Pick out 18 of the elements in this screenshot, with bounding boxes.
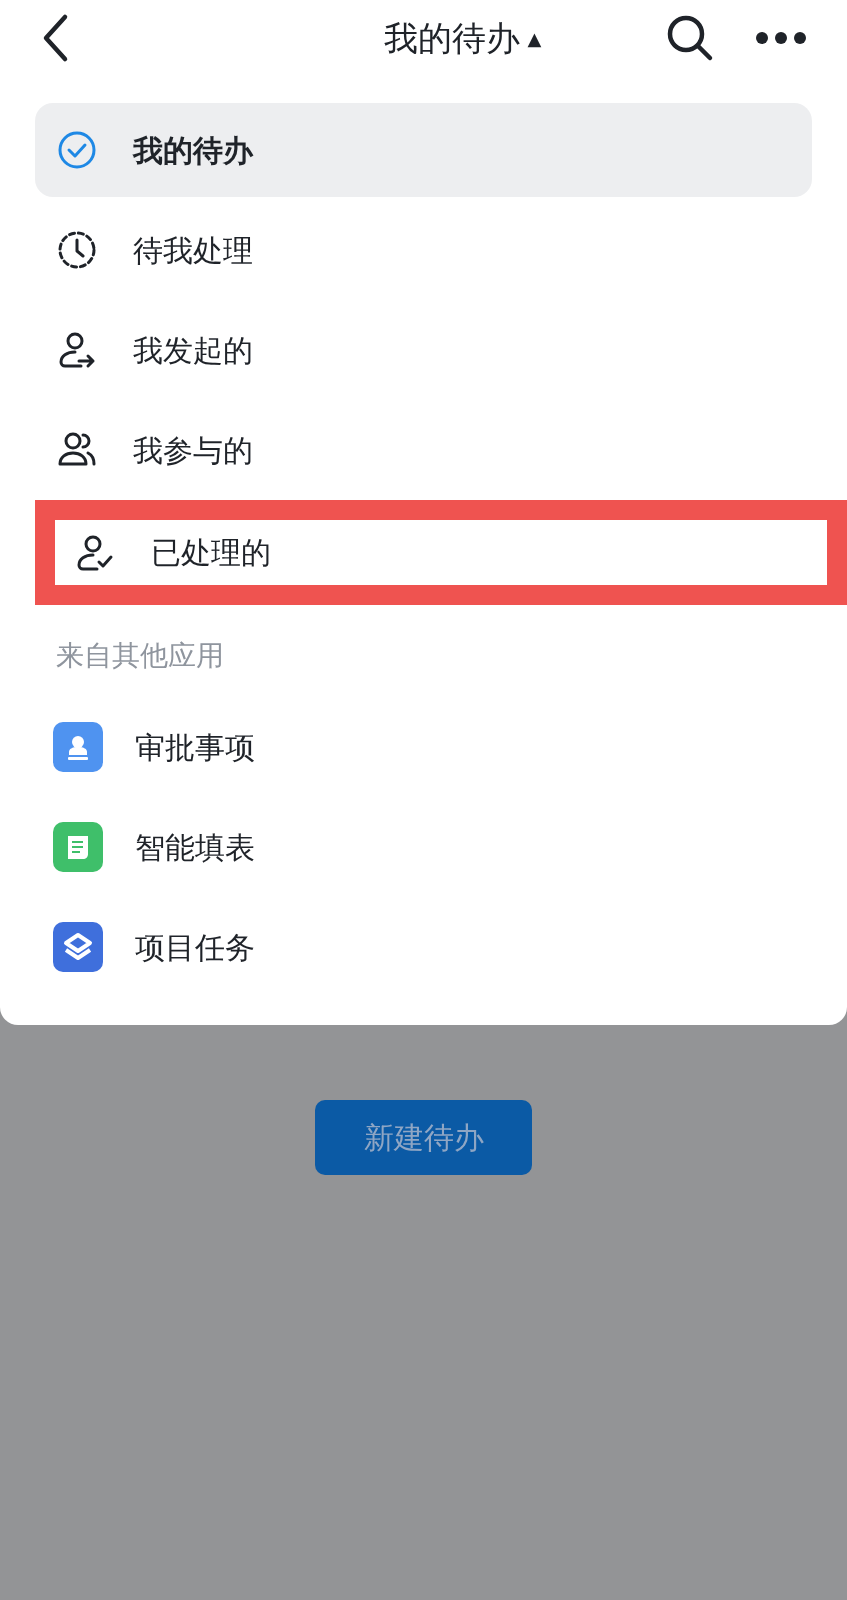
check-circle-icon: [57, 130, 97, 170]
layers-app-icon: [53, 922, 103, 972]
menu-item[interactable]: 我参与的: [35, 403, 812, 497]
menu-item[interactable]: 我的待办: [35, 103, 812, 197]
app-item[interactable]: 智能填表: [0, 797, 847, 897]
person-arrow-icon: [57, 330, 97, 370]
document-app-icon: [53, 822, 103, 872]
more-icon[interactable]: [755, 31, 807, 45]
app-item[interactable]: 项目任务: [0, 897, 847, 997]
search-icon[interactable]: [665, 13, 715, 63]
menu-item[interactable]: 我发起的: [35, 303, 812, 397]
dropdown-caret[interactable]: ▲: [527, 24, 542, 52]
app-item[interactable]: 审批事项: [0, 697, 847, 797]
menu-item[interactable]: 待我处理: [35, 203, 812, 297]
page-title[interactable]: 我的待办: [383, 12, 520, 64]
stamp-app-icon: [53, 722, 103, 772]
section-heading: 来自其他应用: [55, 638, 225, 674]
clock-icon: [57, 230, 97, 270]
